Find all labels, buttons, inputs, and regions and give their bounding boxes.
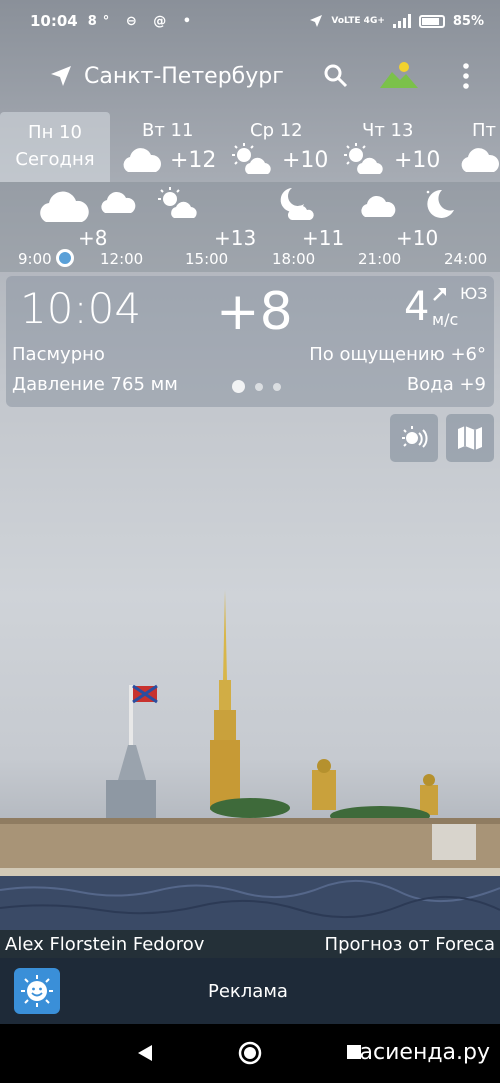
- hourly-temp: +13: [214, 226, 257, 250]
- sun-cloud-icon: [344, 143, 383, 174]
- moon-cloud-icon: [280, 188, 314, 220]
- day-temp: +12: [170, 148, 217, 173]
- location-arrow-icon[interactable]: [48, 63, 74, 89]
- smiling-sun-icon: [21, 975, 53, 1007]
- day-name: Пт: [472, 120, 497, 141]
- app-logo: [14, 968, 60, 1014]
- photo-author[interactable]: Alex Florstein Fedorov: [5, 934, 204, 955]
- hourly-time: 9:00: [18, 250, 52, 268]
- ad-label: Реклама: [208, 980, 288, 1002]
- app-toolbar: Санкт-Петербург: [0, 48, 500, 104]
- battery-icon: [418, 14, 445, 28]
- forecast-source[interactable]: Прогноз от Foreca: [325, 934, 495, 955]
- status-bar: 10:04 8° ⊖ @ • VoLTE 4G+ 85%: [0, 0, 500, 42]
- day-name: Вт 11: [142, 120, 194, 141]
- cloud-icon: [461, 148, 499, 172]
- pressure: Давление 765 мм: [12, 374, 178, 395]
- day-sub: Сегодня: [15, 149, 95, 170]
- map-button[interactable]: [446, 414, 494, 462]
- day-name: Ср 12: [250, 120, 303, 141]
- hourly-forecast[interactable]: +8 +13 +11 +10 9:00 12:00 15:00 18:00 21…: [0, 182, 500, 272]
- wind-speed: 4: [404, 284, 430, 330]
- wind-direction: ЮЗ: [460, 284, 488, 303]
- home-icon[interactable]: [238, 1041, 262, 1065]
- day-temp: +10: [282, 148, 329, 173]
- current-time-marker: [56, 249, 74, 267]
- page-indicator: [232, 380, 281, 393]
- day-tab-today[interactable]: Пн 10 Сегодня: [0, 112, 110, 182]
- day-tabs: Пн 10 Сегодня Вт 11 +12 Ср 12 +10 Чт 13 …: [0, 112, 500, 182]
- wind-arrow-icon: [433, 288, 446, 301]
- condition-text: Пасмурно: [12, 344, 105, 365]
- system-nav-bar: асиенда.ру: [0, 1024, 500, 1083]
- hourly-time: 15:00: [185, 250, 229, 268]
- day-tab-fri[interactable]: Пт: [456, 112, 500, 182]
- current-time: 10:04: [20, 284, 142, 333]
- sun-cloud-icon: [158, 187, 197, 218]
- watermark: асиенда.ру: [359, 1040, 490, 1065]
- more-vert-icon[interactable]: [456, 62, 476, 90]
- day-name: Чт 13: [362, 120, 414, 141]
- moon-icon: [426, 189, 454, 218]
- map-icon: [458, 426, 482, 450]
- day-name: Пн 10: [28, 122, 82, 143]
- hourly-time: 18:00: [272, 250, 316, 268]
- weather-effects-button[interactable]: [390, 414, 438, 462]
- navigation-icon: [310, 15, 323, 27]
- network-indicator: VoLTE 4G+: [331, 16, 385, 26]
- cloud-icon: [361, 195, 396, 217]
- city-name[interactable]: Санкт-Петербург: [84, 64, 284, 89]
- page-dot: [273, 382, 281, 391]
- landscape-icon[interactable]: [380, 60, 418, 90]
- day-temp: +10: [394, 148, 441, 173]
- page-dot: [255, 382, 263, 391]
- water-temp: Вода +9: [406, 374, 486, 395]
- back-icon[interactable]: [136, 1044, 154, 1062]
- ad-bar[interactable]: Реклама: [0, 958, 500, 1024]
- photo-credits-bar: Alex Florstein Fedorov Прогноз от Foreca: [0, 930, 500, 958]
- status-time: 10:04: [30, 12, 78, 30]
- hourly-time: 21:00: [358, 250, 402, 268]
- hourly-temp: +10: [396, 226, 439, 250]
- hourly-time: 24:00: [444, 250, 488, 268]
- hourly-temp: +8: [78, 226, 108, 250]
- sun-cloud-icon: [232, 143, 271, 174]
- current-temp: +8: [216, 282, 293, 342]
- battery-percent: 85%: [452, 13, 484, 29]
- cloud-icon: [40, 191, 89, 222]
- signal-icon: [392, 14, 411, 28]
- feels-like: По ощущению +6°: [309, 344, 486, 365]
- search-icon[interactable]: [322, 62, 350, 90]
- cloud-icon: [123, 148, 161, 172]
- page-dot-active: [232, 380, 245, 393]
- status-left-icons: 8° ⊖ @ •: [87, 13, 198, 29]
- day-tab-thu[interactable]: Чт 13 +10: [342, 112, 452, 182]
- hourly-temp: +11: [302, 226, 345, 250]
- wind-unit: м/с: [432, 310, 459, 329]
- status-right: VoLTE 4G+ 85%: [309, 14, 484, 29]
- day-tab-wed[interactable]: Ср 12 +10: [230, 112, 340, 182]
- cloud-icon: [101, 191, 136, 213]
- current-weather-card[interactable]: 10:04 +8 4 ЮЗ м/с Пасмурно По ощущению +…: [6, 276, 494, 407]
- day-tab-tue[interactable]: Вт 11 +12: [120, 112, 230, 182]
- hourly-time: 12:00: [100, 250, 144, 268]
- sun-wind-icon: [402, 426, 428, 448]
- background-photo: [0, 590, 500, 930]
